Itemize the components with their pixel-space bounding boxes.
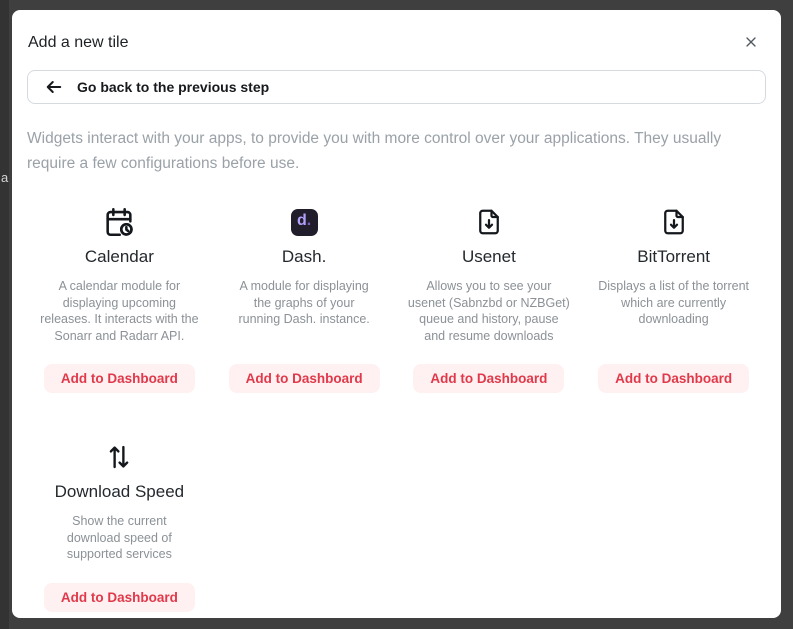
dash-logo-letter: d	[297, 213, 307, 229]
add-to-dashboard-button-download-speed[interactable]: Add to Dashboard	[44, 583, 195, 612]
close-icon	[743, 38, 759, 53]
widget-description: Show the current download speed of suppo…	[60, 513, 178, 563]
widget-description: A module for displaying the graphs of yo…	[234, 278, 374, 328]
arrows-up-down-icon	[104, 437, 134, 477]
backdrop-text-fragment: a	[1, 170, 8, 185]
widget-card-calendar: Calendar A calendar module for displayin…	[27, 202, 212, 393]
close-button[interactable]	[741, 32, 761, 52]
dash-logo-icon: d.	[291, 202, 318, 242]
widget-title: Usenet	[462, 247, 516, 267]
go-back-button[interactable]: Go back to the previous step	[27, 70, 766, 104]
file-download-icon	[474, 202, 504, 242]
widget-title: Calendar	[85, 247, 154, 267]
widget-card-usenet: Usenet Allows you to see your usenet (Sa…	[397, 202, 582, 393]
widget-title: Download Speed	[55, 482, 184, 502]
widget-grid: Calendar A calendar module for displayin…	[27, 202, 766, 612]
add-to-dashboard-button-dash[interactable]: Add to Dashboard	[229, 364, 380, 393]
add-tile-modal: Add a new tile Go back to the previous s…	[12, 10, 781, 618]
widget-card-dash: d. Dash. A module for displaying the gra…	[212, 202, 397, 393]
go-back-label: Go back to the previous step	[77, 79, 269, 95]
backdrop-left-strip	[0, 0, 9, 629]
widget-description: Allows you to see your usenet (Sabnzbd o…	[408, 278, 570, 344]
widget-card-download-speed: Download Speed Show the current download…	[27, 437, 212, 612]
calendar-clock-icon	[102, 202, 136, 242]
modal-title: Add a new tile	[28, 34, 129, 52]
widget-card-bittorrent: BitTorrent Displays a list of the torren…	[581, 202, 766, 393]
dash-logo-dot: .	[307, 213, 311, 229]
widget-description: A calendar module for displaying upcomin…	[38, 278, 200, 344]
add-to-dashboard-button-usenet[interactable]: Add to Dashboard	[413, 364, 564, 393]
arrow-left-icon	[44, 77, 64, 97]
intro-text: Widgets interact with your apps, to prov…	[27, 126, 766, 176]
file-download-icon	[659, 202, 689, 242]
add-to-dashboard-button-bittorrent[interactable]: Add to Dashboard	[598, 364, 749, 393]
widget-description: Displays a list of the torrent which are…	[593, 278, 755, 328]
widget-title: Dash.	[282, 247, 326, 267]
add-to-dashboard-button-calendar[interactable]: Add to Dashboard	[44, 364, 195, 393]
widget-title: BitTorrent	[637, 247, 710, 267]
modal-header: Add a new tile	[27, 34, 766, 52]
